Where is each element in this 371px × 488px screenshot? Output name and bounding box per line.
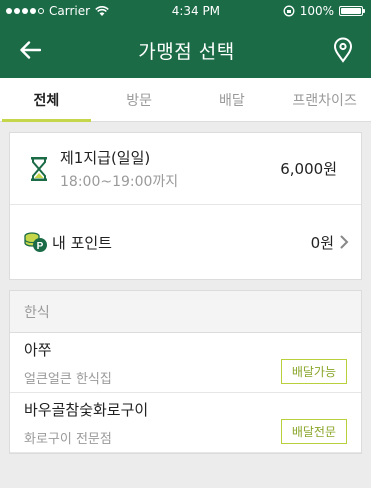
arrow-left-icon: [20, 41, 41, 59]
meal-slot-name: 제1지급(일일): [60, 148, 151, 167]
carrier-label: Carrier: [49, 4, 91, 18]
store-name: 바우골참숯화로구이: [24, 400, 149, 419]
status-badge: 배달전문: [280, 419, 347, 444]
store-info: 바우골참숯화로구이 화로구이 전문점: [24, 399, 281, 447]
chevron-right-icon: [340, 235, 349, 249]
store-name: 아쭈: [24, 340, 52, 359]
meal-slot-time: 18:00~19:00까지: [60, 173, 179, 190]
my-points-value: 0원: [310, 233, 334, 252]
store-desc: 얼큰얼큰 한식집: [24, 371, 112, 387]
location-button[interactable]: [327, 34, 359, 66]
signal-icon: [6, 8, 44, 14]
tab-delivery[interactable]: 배달: [186, 78, 279, 121]
meal-slot-price: 6,000원: [280, 160, 337, 178]
status-left: Carrier: [6, 4, 109, 18]
battery-icon: [339, 6, 365, 16]
wifi-icon: [95, 5, 109, 16]
store-list: 한식 아쭈 얼큰얼큰 한식집 배달가능 바우골참숯화로구이 화로구이 전문점 배…: [9, 290, 362, 454]
status-right: 100%: [283, 4, 365, 18]
meal-slot-row[interactable]: 제1지급(일일) 18:00~19:00까지 6,000원: [10, 133, 361, 205]
location-pin-icon: [333, 37, 352, 63]
back-button[interactable]: [14, 34, 46, 66]
tab-franchise[interactable]: 프랜차이즈: [278, 78, 371, 121]
store-info: 아쭈 얼큰얼큰 한식집: [24, 339, 281, 387]
category-header: 한식: [10, 291, 361, 333]
store-desc: 화로구이 전문점: [24, 431, 112, 447]
list-item[interactable]: 바우골참숯화로구이 화로구이 전문점 배달전문: [10, 393, 361, 453]
battery-label: 100%: [299, 4, 334, 18]
list-item[interactable]: 아쭈 얼큰얼큰 한식집 배달가능: [10, 333, 361, 393]
page-title: 가맹점 선택: [138, 40, 235, 63]
info-card: 제1지급(일일) 18:00~19:00까지 6,000원 P 내 포인트 0원: [9, 132, 362, 280]
coin-point-icon: P: [24, 232, 47, 252]
category-tabs: 전체 방문 배달 프랜차이즈: [0, 78, 371, 122]
tab-all[interactable]: 전체: [0, 78, 93, 122]
meal-slot-text: 제1지급(일일) 18:00~19:00까지: [60, 147, 280, 191]
my-points-row[interactable]: P 내 포인트 0원: [10, 205, 361, 279]
status-bar: Carrier 4:34 PM 100%: [0, 0, 371, 22]
tab-visit[interactable]: 방문: [93, 78, 186, 121]
rotation-lock-icon: [283, 5, 295, 17]
my-points-label: 내 포인트: [52, 233, 112, 252]
hourglass-icon: [26, 156, 52, 182]
svg-text:P: P: [37, 241, 44, 252]
status-badge: 배달가능: [280, 359, 347, 384]
clock-label: 4:34 PM: [171, 4, 221, 18]
app-header: 가맹점 선택: [0, 22, 371, 78]
app-screen: Carrier 4:34 PM 100% 가맹점 선택 전체 방문 배달 프랜차…: [0, 0, 371, 488]
